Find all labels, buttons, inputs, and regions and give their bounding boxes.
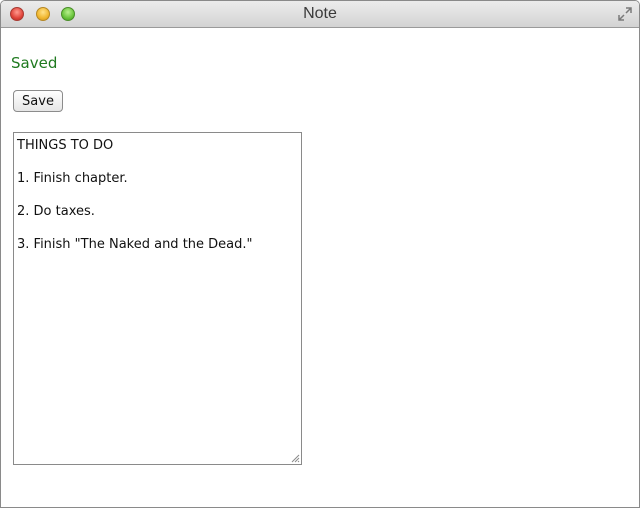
note-line: 2. Do taxes. <box>17 204 95 219</box>
title-bar[interactable]: Note <box>1 1 639 28</box>
save-status: Saved <box>11 54 58 72</box>
resize-grip-icon[interactable] <box>290 453 300 463</box>
note-line: 1. Finish chapter. <box>17 171 128 186</box>
note-window: Note Saved Save THINGS TO DO 1. Finish c… <box>0 0 640 508</box>
fullscreen-icon[interactable] <box>617 6 633 22</box>
save-button[interactable]: Save <box>13 90 63 112</box>
note-textarea[interactable]: THINGS TO DO 1. Finish chapter. 2. Do ta… <box>13 132 302 465</box>
note-line: 3. Finish "The Naked and the Dead." <box>17 237 253 252</box>
window-title: Note <box>303 5 337 22</box>
note-line: THINGS TO DO <box>17 138 114 153</box>
